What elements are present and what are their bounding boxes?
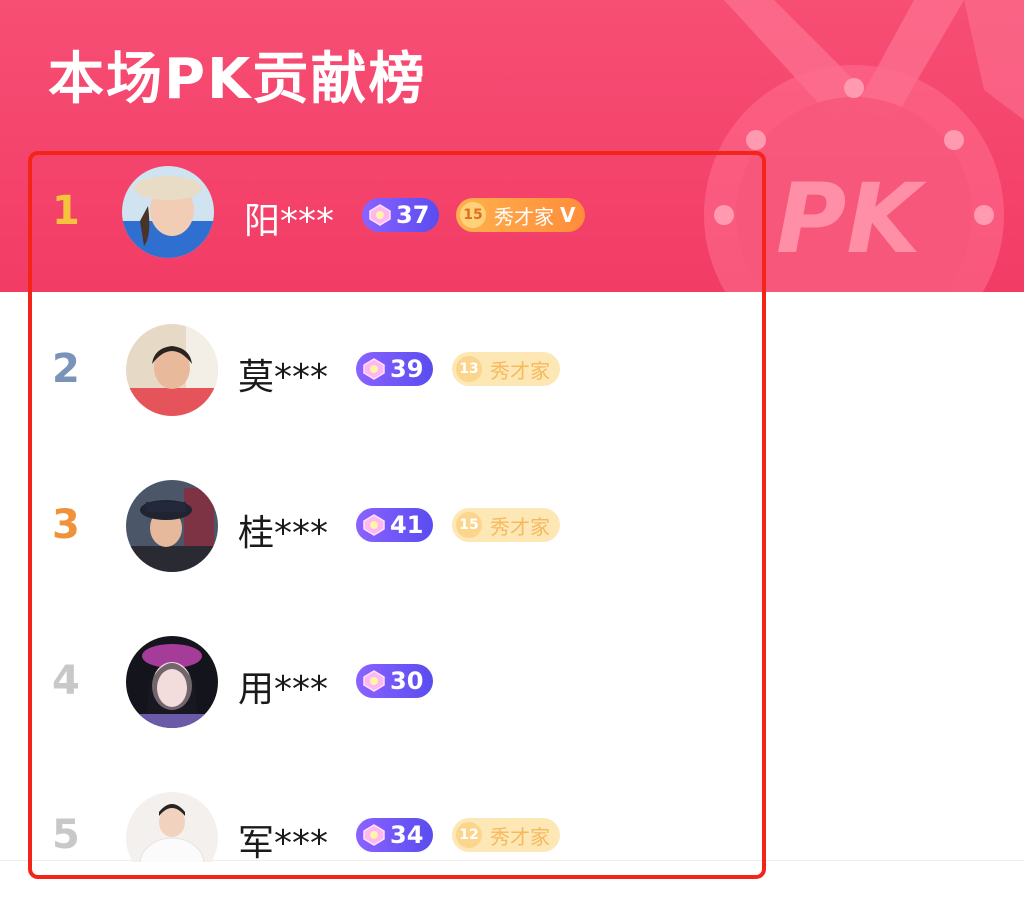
- wealth-level-value: 39: [390, 355, 424, 383]
- fan-level-icon: 15: [460, 202, 486, 228]
- fan-club-badge: 12 秀才家: [452, 818, 560, 852]
- fan-club-label: 秀才家: [494, 204, 554, 229]
- user-name: 用***: [238, 669, 329, 710]
- wealth-level-badge: 37: [362, 198, 440, 232]
- fan-club-label: 秀才家: [490, 514, 550, 539]
- avatar[interactable]: [126, 324, 218, 416]
- fan-club-label: 秀才家: [490, 824, 550, 849]
- list-item[interactable]: 2 莫*** 39 13 秀才家: [0, 310, 1024, 430]
- page-title: 本场PK贡献榜: [48, 47, 427, 112]
- fan-club-label: 秀才家: [490, 358, 550, 383]
- avatar[interactable]: [126, 792, 218, 862]
- avatar[interactable]: [126, 636, 218, 728]
- wealth-level-badge: 30: [356, 664, 434, 698]
- wealth-level-badge: 39: [356, 352, 434, 386]
- gem-icon: [363, 670, 385, 692]
- fan-level-icon: 12: [456, 822, 482, 848]
- gem-icon: [369, 204, 391, 226]
- wealth-level-value: 34: [390, 821, 424, 849]
- list-item[interactable]: 5 军*** 34 12 秀才家: [0, 778, 1024, 862]
- fan-level-icon: 13: [456, 356, 482, 382]
- rank-number: 5: [52, 812, 80, 858]
- fan-club-badge: 15 秀才家 V: [456, 198, 586, 232]
- rank-number: 4: [52, 658, 80, 704]
- user-name: 军***: [238, 823, 329, 862]
- verified-icon: V: [560, 203, 576, 227]
- wealth-level-value: 37: [396, 201, 430, 229]
- fan-club-badge: 13 秀才家: [452, 352, 560, 386]
- rank-number: 2: [52, 346, 80, 392]
- gem-icon: [363, 358, 385, 380]
- rank-number: 1: [52, 188, 80, 234]
- user-name: 桂***: [238, 513, 329, 554]
- list-item[interactable]: 4 用*** 30: [0, 622, 1024, 742]
- wealth-level-value: 30: [390, 667, 424, 695]
- user-name: 莫***: [238, 357, 329, 398]
- fan-level-icon: 15: [456, 512, 482, 538]
- gem-icon: [363, 514, 385, 536]
- list-item[interactable]: 1 阳*** 37 15 秀才家 V: [0, 150, 1024, 270]
- avatar[interactable]: [126, 480, 218, 572]
- avatar[interactable]: [122, 166, 214, 258]
- gem-icon: [363, 824, 385, 846]
- user-name: 阳***: [244, 201, 335, 242]
- wealth-level-badge: 34: [356, 818, 434, 852]
- wealth-level-badge: 41: [356, 508, 434, 542]
- fan-club-badge: 15 秀才家: [452, 508, 560, 542]
- rank-number: 3: [52, 502, 80, 548]
- list-item[interactable]: 3 桂*** 41 15 秀才家: [0, 466, 1024, 586]
- wealth-level-value: 41: [390, 511, 424, 539]
